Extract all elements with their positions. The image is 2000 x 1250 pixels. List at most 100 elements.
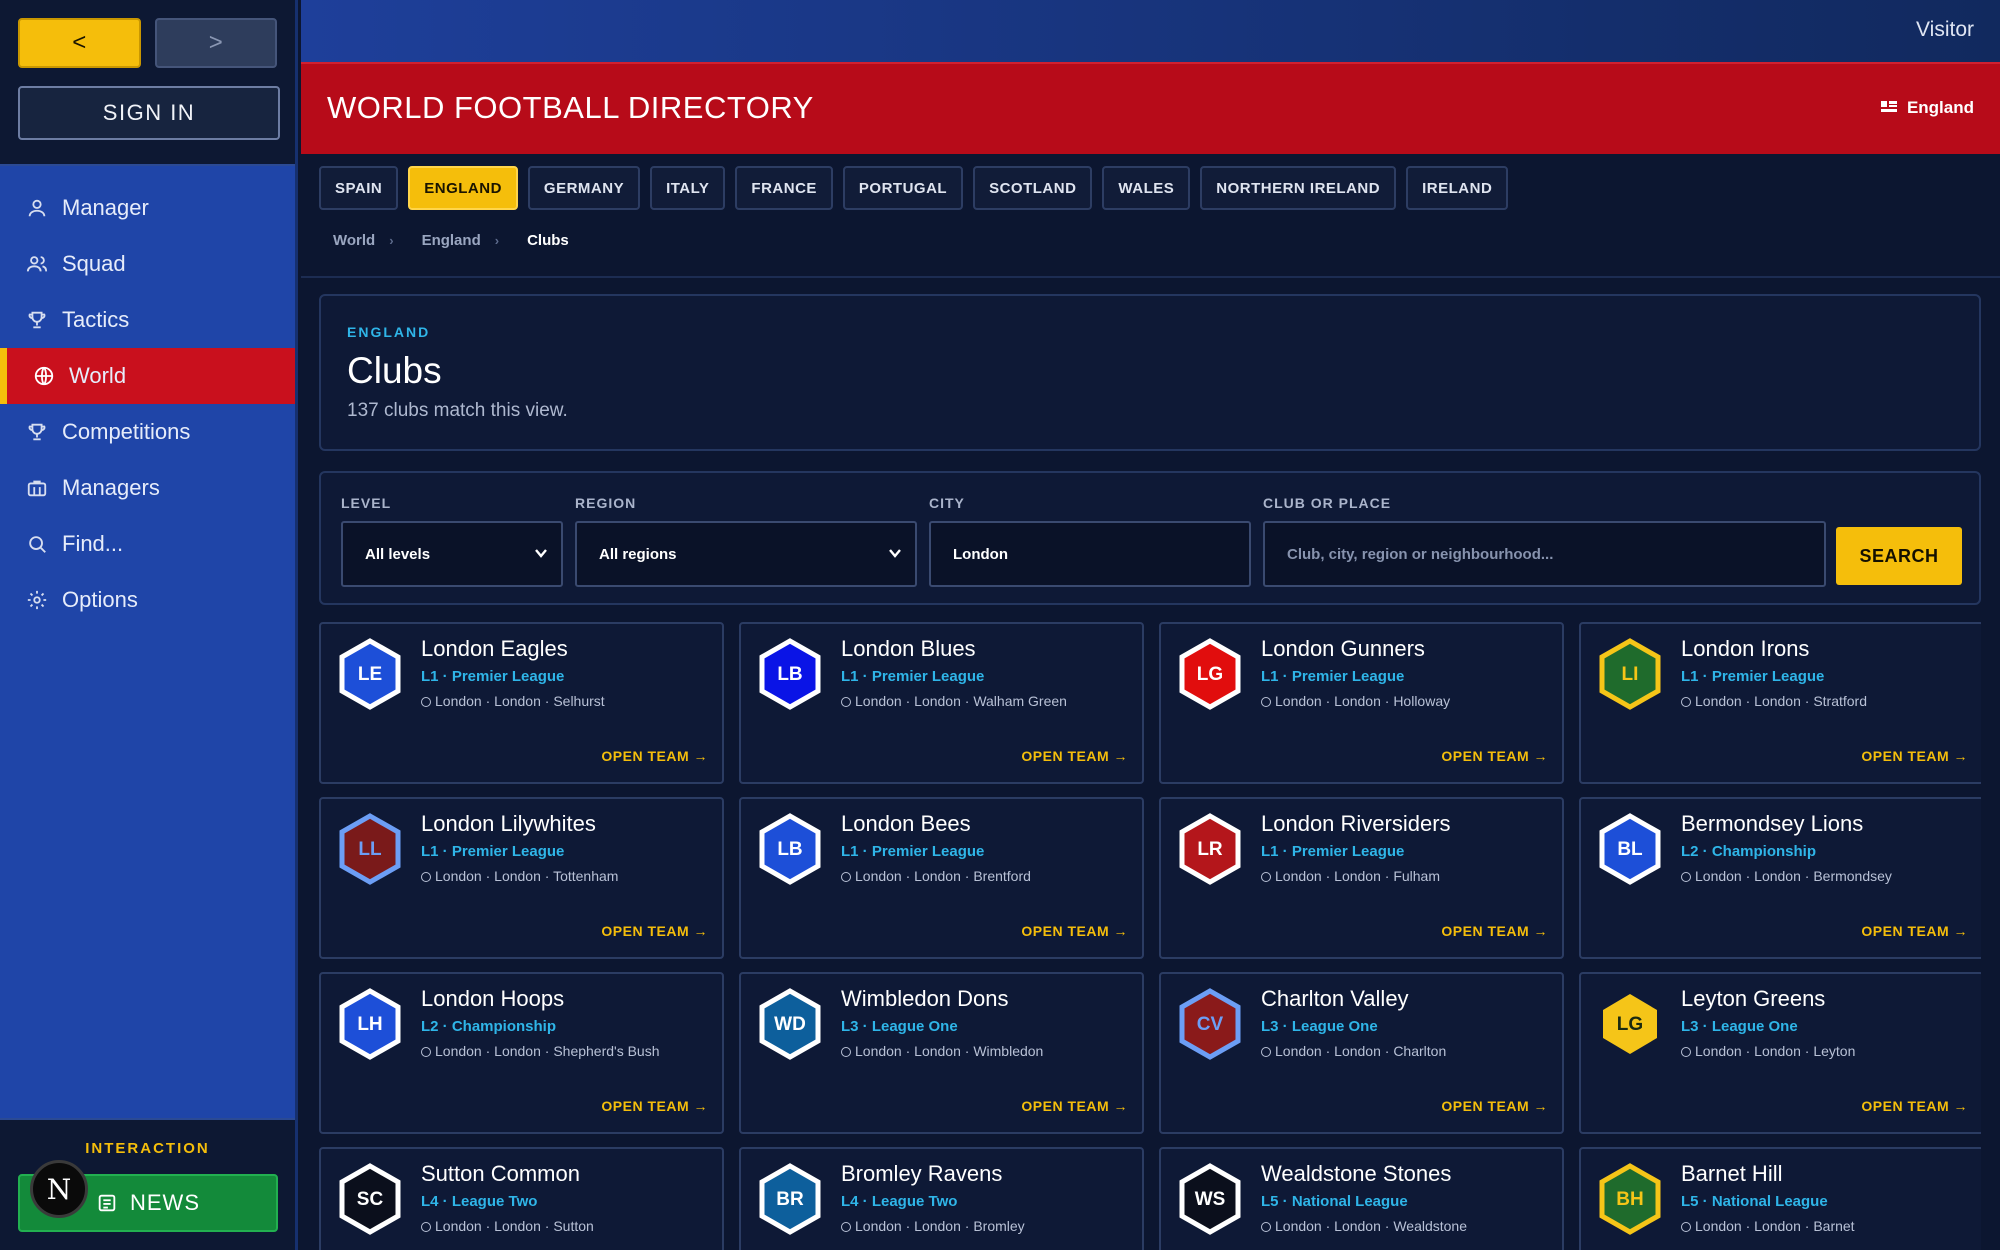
club-crest: LI <box>1599 638 1661 710</box>
club-name: London Hoops <box>421 986 565 1011</box>
tab-wales[interactable]: WALES <box>1102 166 1191 210</box>
tab-portugal[interactable]: PORTUGAL <box>842 166 964 210</box>
club-league: L1 · Premier League <box>1681 668 1825 685</box>
club-name: London Blues <box>841 636 976 661</box>
country-indicator[interactable]: England <box>1880 98 1974 118</box>
open-team-link[interactable]: OPEN TEAM → <box>1021 748 1128 764</box>
club-card[interactable]: LR London Riversiders L1 · Premier League L… <box>1159 797 1564 959</box>
open-team-link[interactable]: OPEN TEAM → <box>1861 748 1968 764</box>
club-card[interactable]: LB London Blues L1 · Premier League London … <box>739 622 1144 784</box>
location-pin-icon <box>1681 1047 1691 1057</box>
visitor-label[interactable]: Visitor <box>1916 18 1974 42</box>
club-card[interactable]: SC Sutton Common L4 · League Two London · L… <box>319 1147 724 1250</box>
location-pin-icon <box>1261 697 1271 707</box>
club-card[interactable]: LE London Eagles L1 · Premier League London… <box>319 622 724 784</box>
sidebar-item-manager[interactable]: Manager <box>0 180 295 236</box>
forward-button[interactable]: > <box>154 18 277 68</box>
club-crest-code: LB <box>777 664 802 685</box>
open-team-link[interactable]: OPEN TEAM → <box>1861 1098 1968 1114</box>
title-bar: WORLD FOOTBALL DIRECTORY England <box>301 62 2000 154</box>
club-name: Sutton Common <box>421 1161 580 1186</box>
club-crest-code: BL <box>1617 839 1643 860</box>
region-select[interactable]: All regions <box>575 521 917 587</box>
club-name: London Gunners <box>1261 636 1425 661</box>
sidebar-item-managers[interactable]: Managers <box>0 460 295 516</box>
open-team-link[interactable]: OPEN TEAM → <box>601 923 708 939</box>
club-location: London · London · Holloway <box>1261 693 1450 709</box>
open-team-link[interactable]: OPEN TEAM → <box>1441 748 1548 764</box>
location-pin-icon <box>841 1222 851 1232</box>
club-league: L1 · Premier League <box>1261 843 1405 860</box>
club-location: London · London · Wealdstone <box>1261 1218 1467 1234</box>
club-card[interactable]: LB London Bees L1 · Premier League London ·… <box>739 797 1144 959</box>
club-crest: BR <box>759 1163 821 1235</box>
open-team-link[interactable]: OPEN TEAM → <box>601 1098 708 1114</box>
sidebar: < > SIGN IN Manager Squad Tactics World Comp… <box>0 0 298 1250</box>
tab-northern-ireland[interactable]: NORTHERN IRELAND <box>1200 166 1397 210</box>
club-card[interactable]: WS Wealdstone Stones L5 · National League L… <box>1159 1147 1564 1250</box>
tab-germany[interactable]: GERMANY <box>527 166 641 210</box>
open-team-link[interactable]: OPEN TEAM → <box>1861 923 1968 939</box>
back-button[interactable]: < <box>18 18 141 68</box>
open-team-link[interactable]: OPEN TEAM → <box>1021 1098 1128 1114</box>
club-card[interactable]: CV Charlton Valley L3 · League One London ·… <box>1159 972 1564 1134</box>
sidebar-item-options[interactable]: Options <box>0 572 295 628</box>
club-card[interactable]: BR Bromley Ravens L4 · League Two London · … <box>739 1147 1144 1250</box>
club-location-text: London · London · Bromley <box>855 1218 1025 1234</box>
tab-england[interactable]: ENGLAND <box>408 166 518 210</box>
club-card[interactable]: LG London Gunners L1 · Premier League Londo… <box>1159 622 1564 784</box>
club-location-text: London · London · Walham Green <box>855 693 1067 709</box>
open-team-link[interactable]: OPEN TEAM → <box>601 748 708 764</box>
globe-icon <box>34 366 54 386</box>
sidebar-item-squad[interactable]: Squad <box>0 236 295 292</box>
region-value: All regions <box>599 545 677 563</box>
club-name: Bromley Ravens <box>841 1161 1003 1186</box>
open-team-link[interactable]: OPEN TEAM → <box>1021 923 1128 939</box>
club-card[interactable]: LH London Hoops L2 · Championship London · … <box>319 972 724 1134</box>
newspaper-icon <box>98 1194 116 1212</box>
location-pin-icon <box>1261 1222 1271 1232</box>
sidebar-item-label: Find... <box>62 531 124 556</box>
club-card[interactable]: BH Barnet Hill L5 · National League London … <box>1579 1147 1981 1250</box>
sidebar-item-competitions[interactable]: Competitions <box>0 404 295 460</box>
club-card[interactable]: LL London Lilywhites L1 · Premier League Lo… <box>319 797 724 959</box>
club-name: London Eagles <box>421 636 568 661</box>
tab-scotland[interactable]: SCOTLAND <box>973 166 1093 210</box>
breadcrumb-england[interactable]: England <box>422 232 481 249</box>
flag-icon <box>1880 101 1897 112</box>
sidebar-item-label: Options <box>62 587 138 612</box>
club-crest-code: WD <box>774 1014 806 1035</box>
club-league: L4 · League Two <box>841 1193 958 1210</box>
tab-ireland[interactable]: IRELAND <box>1406 166 1509 210</box>
level-select[interactable]: All levels <box>341 521 563 587</box>
breadcrumb-world[interactable]: World <box>333 232 375 249</box>
open-team-link[interactable]: OPEN TEAM → <box>1441 923 1548 939</box>
search-button[interactable]: SEARCH <box>1836 527 1962 585</box>
club-name: Wimbledon Dons <box>841 986 1009 1011</box>
sidebar-item-find[interactable]: Find... <box>0 516 295 572</box>
tab-france[interactable]: FRANCE <box>735 166 833 210</box>
club-search-input[interactable]: Club, city, region or neighbourhood... <box>1263 521 1826 587</box>
sidebar-item-world[interactable]: World <box>0 348 295 404</box>
club-card[interactable]: WD Wimbledon Dons L3 · League One London · … <box>739 972 1144 1134</box>
club-league: L5 · National League <box>1681 1193 1828 1210</box>
club-card[interactable]: LI London Irons L1 · Premier League London … <box>1579 622 1981 784</box>
club-location: London · London · Bromley <box>841 1218 1025 1234</box>
tab-spain[interactable]: SPAIN <box>319 166 399 210</box>
chevron-down-icon <box>535 549 547 558</box>
sidebar-item-tactics[interactable]: Tactics <box>0 292 295 348</box>
club-name: Leyton Greens <box>1681 986 1826 1011</box>
sign-in-button[interactable]: SIGN IN <box>18 86 280 140</box>
club-card[interactable]: BL Bermondsey Lions L2 · Championship Londo… <box>1579 797 1981 959</box>
app-logo: N <box>30 1160 88 1218</box>
open-team-link[interactable]: OPEN TEAM → <box>1441 1098 1548 1114</box>
club-location-text: London · London · Shepherd's Bush <box>435 1043 660 1059</box>
club-location: London · London · Fulham <box>1261 868 1440 884</box>
tab-italy[interactable]: ITALY <box>650 166 726 210</box>
city-input[interactable]: London <box>929 521 1251 587</box>
club-card[interactable]: LG Leyton Greens L3 · League One London · L… <box>1579 972 1981 1134</box>
club-crest-code: SC <box>357 1189 384 1210</box>
club-league: L3 · League One <box>841 1018 958 1035</box>
club-name: Bermondsey Lions <box>1681 811 1864 836</box>
club-location: London · London · Leyton <box>1681 1043 1855 1059</box>
